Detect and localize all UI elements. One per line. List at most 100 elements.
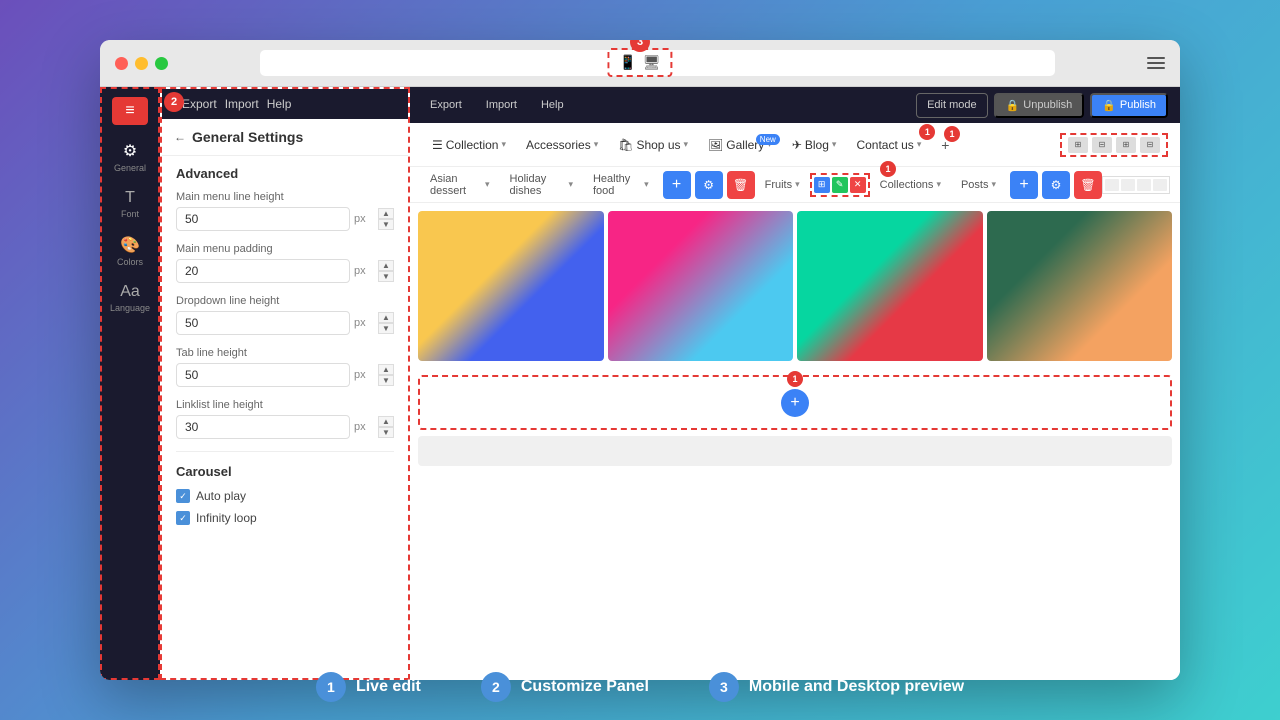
input-main-menu-line-height[interactable] (176, 207, 350, 231)
back-arrow-icon[interactable]: ← (174, 130, 186, 144)
unit-main-menu-line-height: px (354, 213, 374, 225)
spinner-up-4[interactable]: ▲ (378, 364, 394, 375)
carousel-section-title: Carousel (176, 464, 394, 479)
input-linklist-line-height[interactable] (176, 415, 350, 439)
sub-nav-holiday-dishes[interactable]: Holiday dishes ▾ (500, 167, 583, 203)
new-badge: New (756, 134, 780, 145)
spinners-tab-line-height: ▲ ▼ (378, 364, 394, 386)
field-label-main-menu-line-height: Main menu line height (176, 191, 394, 203)
nav-icon-3[interactable]: ⊞ (1116, 137, 1136, 153)
nav-icon-4[interactable]: ⊟ (1140, 137, 1160, 153)
spinner-down-2[interactable]: ▼ (378, 271, 394, 282)
nav-icon-1[interactable]: ⊞ (1068, 137, 1088, 153)
nav-item-accessories[interactable]: Accessories ▾ (516, 130, 608, 160)
autoplay-label: Auto play (196, 489, 246, 503)
spinner-down-5[interactable]: ▼ (378, 427, 394, 438)
subnav-add-button-2[interactable]: + (1010, 171, 1038, 199)
input-dropdown-line-height[interactable] (176, 311, 350, 335)
sidebar-item-font[interactable]: T Font (121, 189, 139, 219)
traffic-light-green[interactable] (155, 57, 168, 70)
label-item-1: 1 Live edit (316, 672, 421, 702)
panel-content: Advanced Main menu line height px ▲ ▼ (162, 156, 408, 678)
gallery-item-2[interactable] (608, 211, 794, 361)
field-label-main-menu-padding: Main menu padding (176, 243, 394, 255)
subnav-gear-button-2[interactable]: ⚙ (1042, 171, 1070, 199)
spinner-up-3[interactable]: ▲ (378, 312, 394, 323)
spinner-up-5[interactable]: ▲ (378, 416, 394, 427)
bottom-labels: 1 Live edit 2 Customize Panel 3 Mobile a… (316, 672, 964, 702)
layout-icon-1[interactable] (1105, 179, 1119, 191)
toolbar-right: Edit mode 🔒 Unpublish 🔒 Publish (916, 93, 1168, 118)
unpublish-button[interactable]: 🔒 Unpublish (994, 93, 1085, 118)
subnav-trash-button-2[interactable]: 🗑 (1074, 171, 1102, 199)
publish-button[interactable]: 🔒 Publish (1090, 93, 1168, 118)
edit-mode-button[interactable]: Edit mode (916, 93, 988, 118)
publish-lock-icon: 🔒 (1102, 99, 1116, 112)
label-num-2: 2 (481, 672, 511, 702)
export-button[interactable]: Export (182, 97, 217, 111)
layout-icon-4[interactable] (1153, 179, 1167, 191)
customize-panel: 2 Export Import Help ← General Settings … (160, 87, 410, 680)
help-button[interactable]: Help (267, 97, 292, 111)
edit-icon-grid[interactable]: ⊞ (814, 177, 830, 193)
sidebar-logo[interactable]: ≡ (112, 97, 148, 125)
spinner-up-2[interactable]: ▲ (378, 260, 394, 271)
lock-icon: 🔒 (1006, 99, 1020, 112)
add-section-badge-1: 1 (787, 371, 803, 387)
sidebar-item-general[interactable]: ⚙ General (114, 141, 146, 173)
sub-nav-fruits[interactable]: Fruits ▾ (755, 173, 810, 197)
nav-item-shopus[interactable]: 🛍 Shop us ▾ (608, 130, 698, 160)
subnav-gear-button[interactable]: ⚙ (695, 171, 723, 199)
add-section-plus-button[interactable]: + (781, 389, 809, 417)
autoplay-checkbox[interactable]: ✓ (176, 489, 190, 503)
nav-icon-2[interactable]: ⊟ (1092, 137, 1112, 153)
label-num-3: 3 (709, 672, 739, 702)
sub-nav: 1 Asian dessert ▾ Holiday dishes ▾ Healt… (410, 167, 1180, 203)
sidebar-item-colors[interactable]: 🎨 Colors (117, 235, 143, 267)
sub-nav-asian-dessert[interactable]: Asian dessert ▾ (420, 167, 500, 203)
nav-item-contactus[interactable]: 1 Contact us ▾ (846, 130, 931, 160)
sub-nav-posts[interactable]: Posts ▾ (951, 173, 1006, 197)
help-toolbar-button[interactable]: Help (533, 95, 572, 115)
import-toolbar-button[interactable]: Import (478, 95, 525, 115)
subnav-badge-1: 1 (880, 161, 896, 177)
sub-nav-healthy-food[interactable]: Healthy food ▾ (583, 167, 659, 203)
spinner-down-4[interactable]: ▼ (378, 375, 394, 386)
input-tab-line-height[interactable] (176, 363, 350, 387)
edit-icons-small: ⊞ ✎ ✕ (810, 173, 870, 197)
general-icon: ⚙ (123, 141, 137, 161)
desktop-preview-icon[interactable]: 🖥 (643, 54, 661, 71)
divider (176, 451, 394, 452)
gallery-item-1[interactable] (418, 211, 604, 361)
infinity-loop-checkbox[interactable]: ✓ (176, 511, 190, 525)
export-toolbar-button[interactable]: Export (422, 95, 470, 115)
field-main-menu-padding: Main menu padding px ▲ ▼ (176, 243, 394, 283)
sidebar-item-language[interactable]: Aa Language (110, 283, 150, 313)
subnav-trash-button[interactable]: 🗑 (727, 171, 755, 199)
input-main-menu-padding[interactable] (176, 259, 350, 283)
traffic-light-yellow[interactable] (135, 57, 148, 70)
nav-item-gallery[interactable]: 🖼 Gallery ▾ New (698, 130, 782, 160)
spinner-down[interactable]: ▼ (378, 219, 394, 230)
nav-bar: 1 ☰ Collection ▾ Accessories ▾ 🛍 (410, 123, 1180, 167)
spinner-up[interactable]: ▲ (378, 208, 394, 219)
hamburger-menu[interactable] (1147, 57, 1165, 69)
edit-icon-edit[interactable]: ✎ (832, 177, 848, 193)
gallery-item-3[interactable] (797, 211, 983, 361)
font-icon: T (125, 189, 135, 207)
nav-badge-1-top: 1 (944, 126, 960, 142)
gallery-item-4[interactable] (987, 211, 1173, 361)
spinner-down-3[interactable]: ▼ (378, 323, 394, 334)
gallery-grid (410, 203, 1180, 369)
edit-icon-delete[interactable]: ✕ (850, 177, 866, 193)
layout-icon-3[interactable] (1137, 179, 1151, 191)
traffic-light-red[interactable] (115, 57, 128, 70)
import-button[interactable]: Import (225, 97, 259, 111)
mobile-preview-icon[interactable]: 📱 (619, 54, 636, 71)
nav-item-blog[interactable]: ✈ Blog ▾ (782, 130, 847, 160)
nav-item-collection[interactable]: ☰ Collection ▾ (422, 130, 516, 160)
app-area: ≡ ⚙ General T Font 🎨 Colors Aa Language (100, 87, 1180, 680)
subnav-add-button[interactable]: + (663, 171, 691, 199)
layout-icon-2[interactable] (1121, 179, 1135, 191)
blog-icon: ✈ (792, 138, 802, 152)
